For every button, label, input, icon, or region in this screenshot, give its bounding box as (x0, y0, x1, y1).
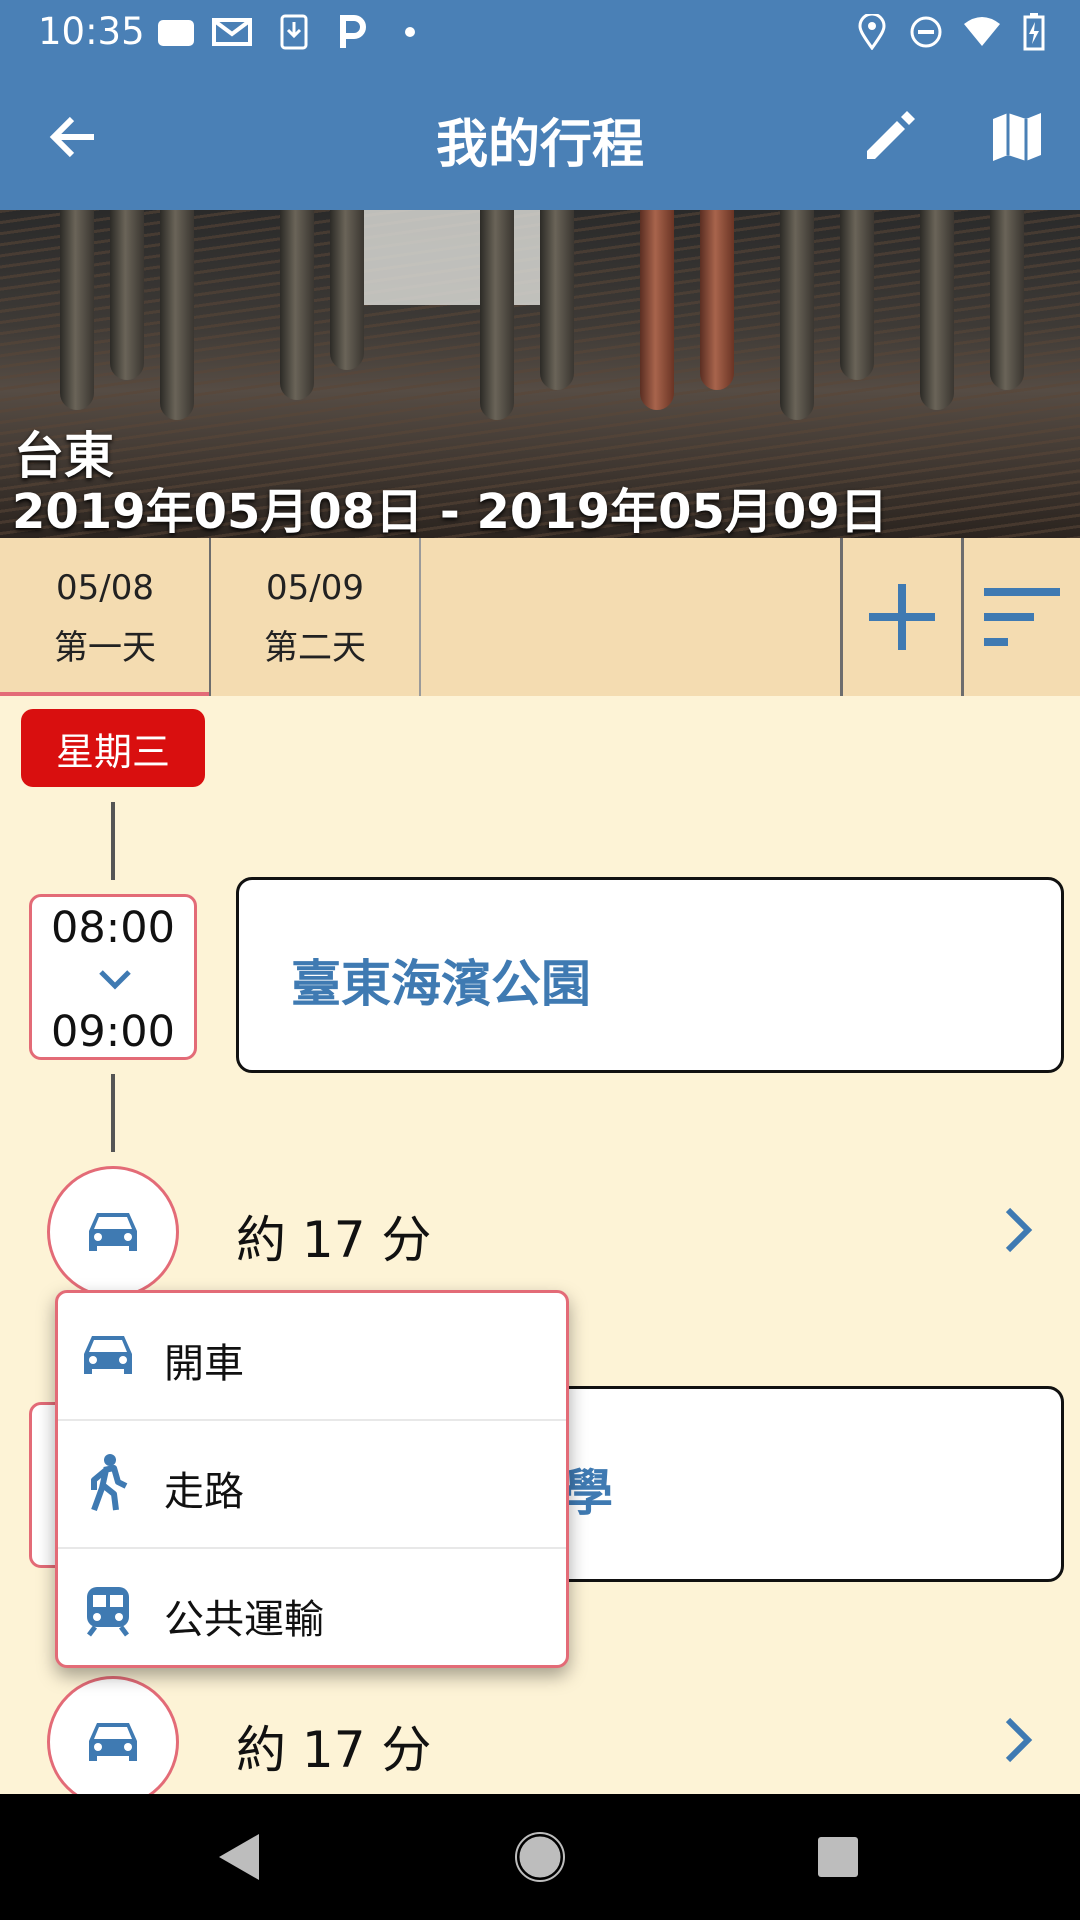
timeline-connector (111, 1074, 115, 1152)
trip-date-range: 2019年05月08日 - 2019年05月09日 (12, 484, 888, 538)
car-icon (80, 1327, 136, 1383)
chevron-down-icon (99, 970, 131, 990)
stop-1-start-time: 08:00 (51, 903, 175, 953)
banner-photo-fish (160, 210, 194, 420)
leg-2-directions-button[interactable] (990, 1712, 1046, 1768)
square-recents-icon (818, 1837, 858, 1877)
banner-photo-fish (990, 210, 1024, 390)
nav-home-button[interactable] (505, 1822, 575, 1892)
menu-item-drive-label: 開車 (164, 1341, 244, 1387)
stop-1-name: 臺東海濱公園 (291, 955, 591, 1013)
gmail-icon (212, 14, 252, 50)
battery-icon (1014, 13, 1054, 51)
location-icon (852, 14, 892, 50)
banner-photo-fish (280, 210, 314, 400)
train-icon (80, 1583, 136, 1639)
banner-photo-fish (540, 210, 574, 390)
leg-1-transport-mode[interactable] (47, 1166, 179, 1298)
download-icon (274, 14, 314, 50)
system-nav-bar (0, 1794, 1080, 1920)
stop-1-card[interactable]: 臺東海濱公園 (236, 877, 1064, 1073)
tab-day-1-date: 05/08 (56, 568, 154, 608)
banner-photo-fish (920, 210, 954, 410)
timeline-connector (111, 802, 115, 880)
leg-1-directions-button[interactable] (990, 1202, 1046, 1258)
chevron-right-icon (1005, 1207, 1033, 1253)
sort-icon (984, 588, 1060, 646)
banner-photo-fish (330, 210, 364, 370)
banner-photo-fish (640, 210, 674, 410)
stop-2-name: 學 (563, 1464, 613, 1522)
banner-photo-fish (700, 210, 734, 390)
tab-day-1-label: 第一天 (54, 628, 156, 668)
triangle-back-icon (219, 1834, 259, 1880)
weekday-badge: 星期三 (21, 709, 205, 787)
leg-1-duration: 約 17 分 (236, 1211, 432, 1269)
menu-item-walk-label: 走路 (164, 1469, 244, 1515)
walk-icon (80, 1454, 136, 1512)
status-time: 10:35 (38, 10, 145, 53)
app-bar: 我的行程 (0, 64, 1080, 210)
edit-button[interactable] (852, 100, 926, 174)
sort-button[interactable] (964, 538, 1080, 696)
banner-photo-fish (840, 210, 874, 380)
nav-back-button[interactable] (204, 1822, 274, 1892)
photo-icon (156, 14, 196, 50)
status-bar: 10:35 (0, 0, 1080, 64)
wifi-icon (962, 14, 1002, 50)
menu-item-drive[interactable]: 開車 (58, 1293, 566, 1419)
banner-photo-fish (60, 210, 94, 410)
parking-icon (332, 14, 372, 50)
banner-photo-fish (480, 210, 514, 420)
car-icon (89, 1213, 137, 1251)
nav-recents-button[interactable] (803, 1822, 873, 1892)
tab-divider (419, 538, 421, 696)
chevron-right-icon (1005, 1717, 1033, 1763)
pencil-icon (867, 111, 915, 159)
day-tabs: 05/08 第一天 05/09 第二天 (0, 538, 1080, 696)
tab-day-2[interactable]: 05/09 第二天 (210, 538, 420, 696)
banner-photo-fish (110, 210, 144, 380)
tab-day-1[interactable]: 05/08 第一天 (0, 538, 210, 696)
banner-photo-fish (780, 210, 814, 420)
menu-item-transit-label: 公共運輸 (164, 1597, 324, 1643)
menu-item-walk[interactable]: 走路 (58, 1421, 566, 1547)
tab-day-2-date: 05/09 (266, 568, 364, 608)
circle-home-icon (515, 1832, 565, 1882)
add-day-button[interactable] (843, 538, 961, 696)
car-icon (89, 1723, 137, 1761)
leg-2-duration: 約 17 分 (236, 1721, 432, 1779)
map-icon (993, 113, 1041, 161)
map-button[interactable] (980, 100, 1054, 174)
plus-icon (869, 584, 935, 650)
stop-1-end-time: 09:00 (51, 1007, 175, 1057)
transport-mode-menu: 開車 走路 公共運輸 (55, 1290, 569, 1668)
stop-1-time-range[interactable]: 08:00 09:00 (29, 894, 197, 1060)
trip-banner: 台東 2019年05月08日 - 2019年05月09日 (0, 210, 1080, 538)
leg-2-transport-mode[interactable] (47, 1676, 179, 1808)
tab-day-2-label: 第二天 (264, 628, 366, 668)
dot-icon (390, 14, 430, 50)
do-not-disturb-icon (906, 14, 946, 50)
menu-item-transit[interactable]: 公共運輸 (58, 1549, 566, 1665)
